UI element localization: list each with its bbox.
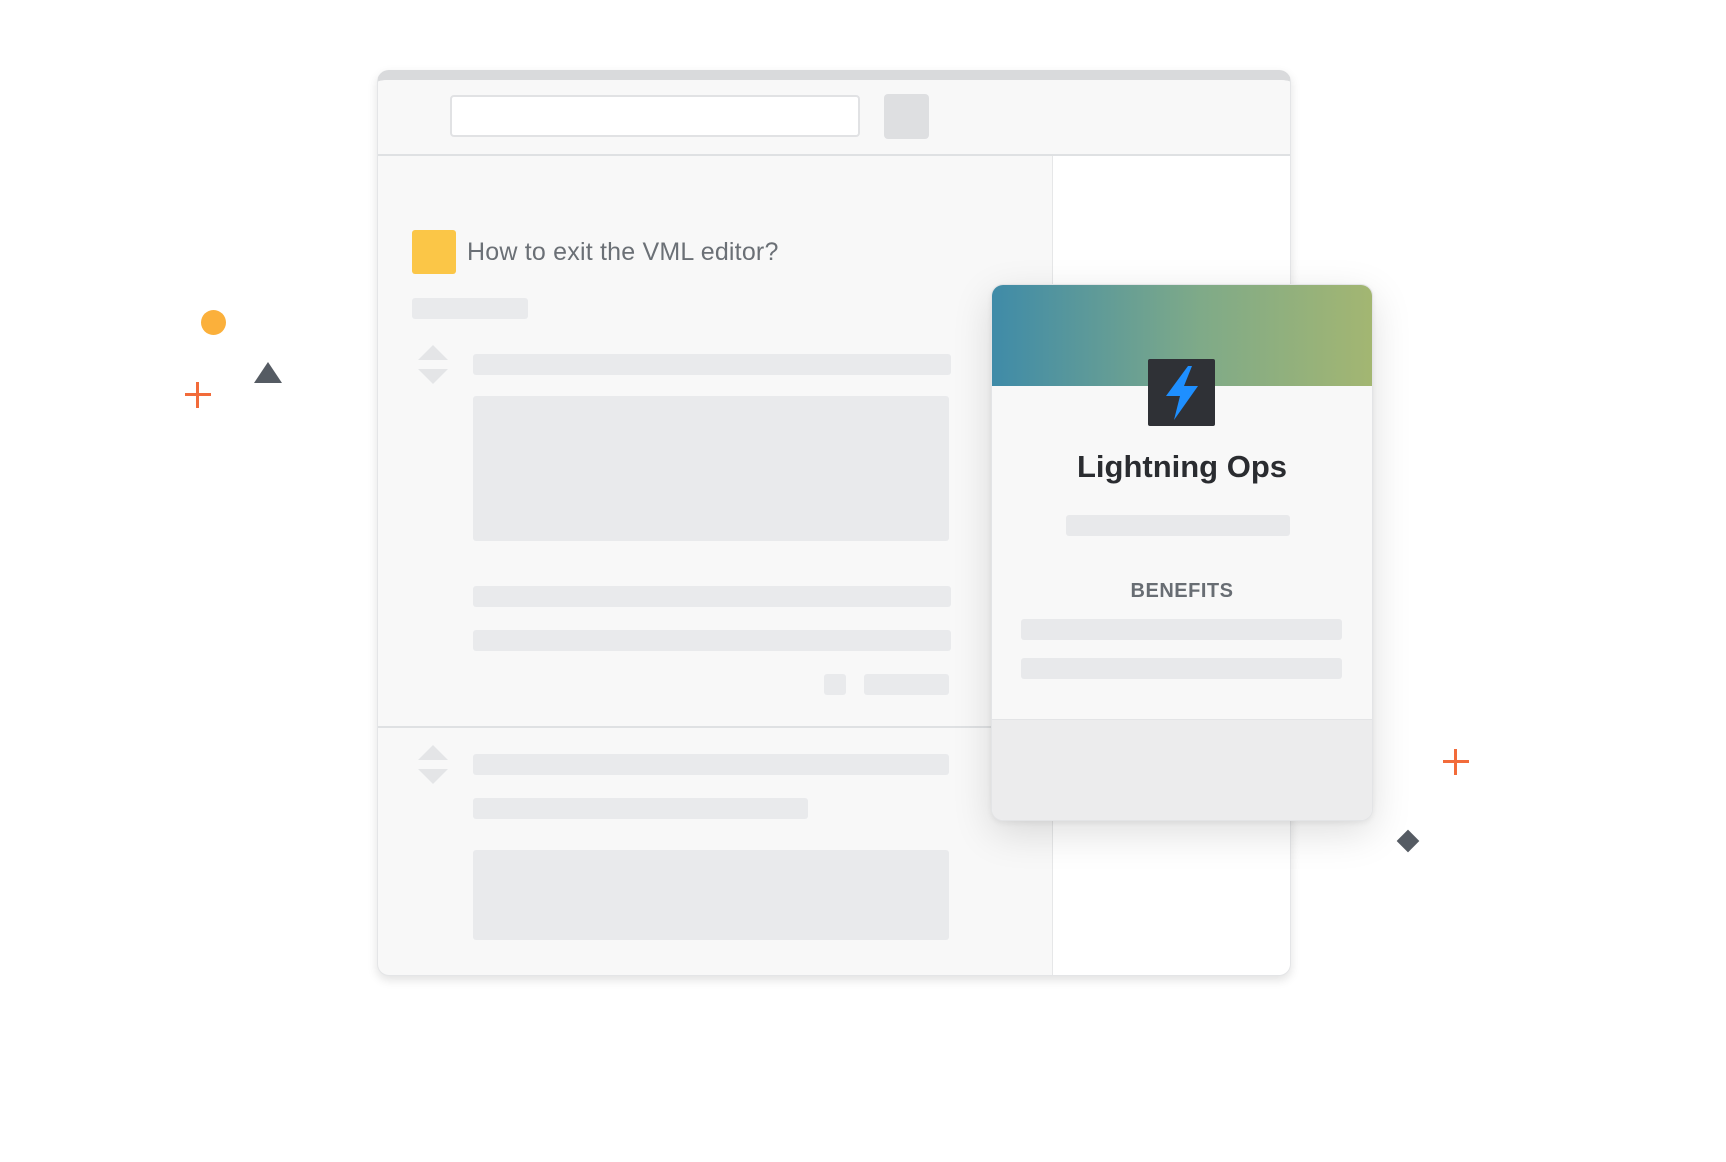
vote-control[interactable] <box>416 745 450 789</box>
top-bar <box>378 80 1290 156</box>
decorative-dark-triangle <box>254 362 282 383</box>
answer-code-block-placeholder <box>473 396 949 541</box>
answer-text-placeholder <box>473 586 951 607</box>
question-tag-badge <box>412 230 456 274</box>
illustration-stage: How to exit the VML editor? Lightning Op… <box>0 0 1726 1162</box>
card-footer <box>992 719 1372 820</box>
vote-control[interactable] <box>416 345 450 389</box>
product-tagline-placeholder <box>1066 515 1290 536</box>
answer-author-placeholder <box>864 674 949 695</box>
answer-action-placeholder <box>824 674 846 695</box>
decorative-plus-icon <box>1443 749 1469 775</box>
upvote-arrow-icon[interactable] <box>418 745 448 760</box>
downvote-arrow-icon[interactable] <box>418 369 448 384</box>
benefit-item-placeholder <box>1021 619 1342 640</box>
question-title[interactable]: How to exit the VML editor? <box>467 238 779 267</box>
question-meta-placeholder <box>412 298 528 319</box>
search-button[interactable] <box>884 94 929 139</box>
product-logo <box>1148 359 1215 426</box>
decorative-dark-diamond <box>1396 829 1420 853</box>
answer-text-placeholder <box>473 354 951 375</box>
benefit-item-placeholder <box>1021 658 1342 679</box>
answer-code-block-placeholder <box>473 850 949 940</box>
benefits-heading: BENEFITS <box>1130 580 1234 602</box>
decorative-plus-icon <box>185 382 211 408</box>
decorative-orange-dot <box>201 310 226 335</box>
answer-text-placeholder <box>473 798 808 819</box>
answer-text-placeholder <box>473 630 951 651</box>
downvote-arrow-icon[interactable] <box>418 769 448 784</box>
lightning-bolt-icon <box>1165 365 1198 420</box>
product-name: Lightning Ops <box>1076 449 1288 484</box>
question-header: How to exit the VML editor? <box>412 230 779 274</box>
search-input[interactable] <box>450 95 860 137</box>
product-card[interactable]: Lightning Ops BENEFITS <box>991 284 1373 821</box>
upvote-arrow-icon[interactable] <box>418 345 448 360</box>
answer-text-placeholder <box>473 754 949 775</box>
answer-divider <box>378 726 1052 728</box>
